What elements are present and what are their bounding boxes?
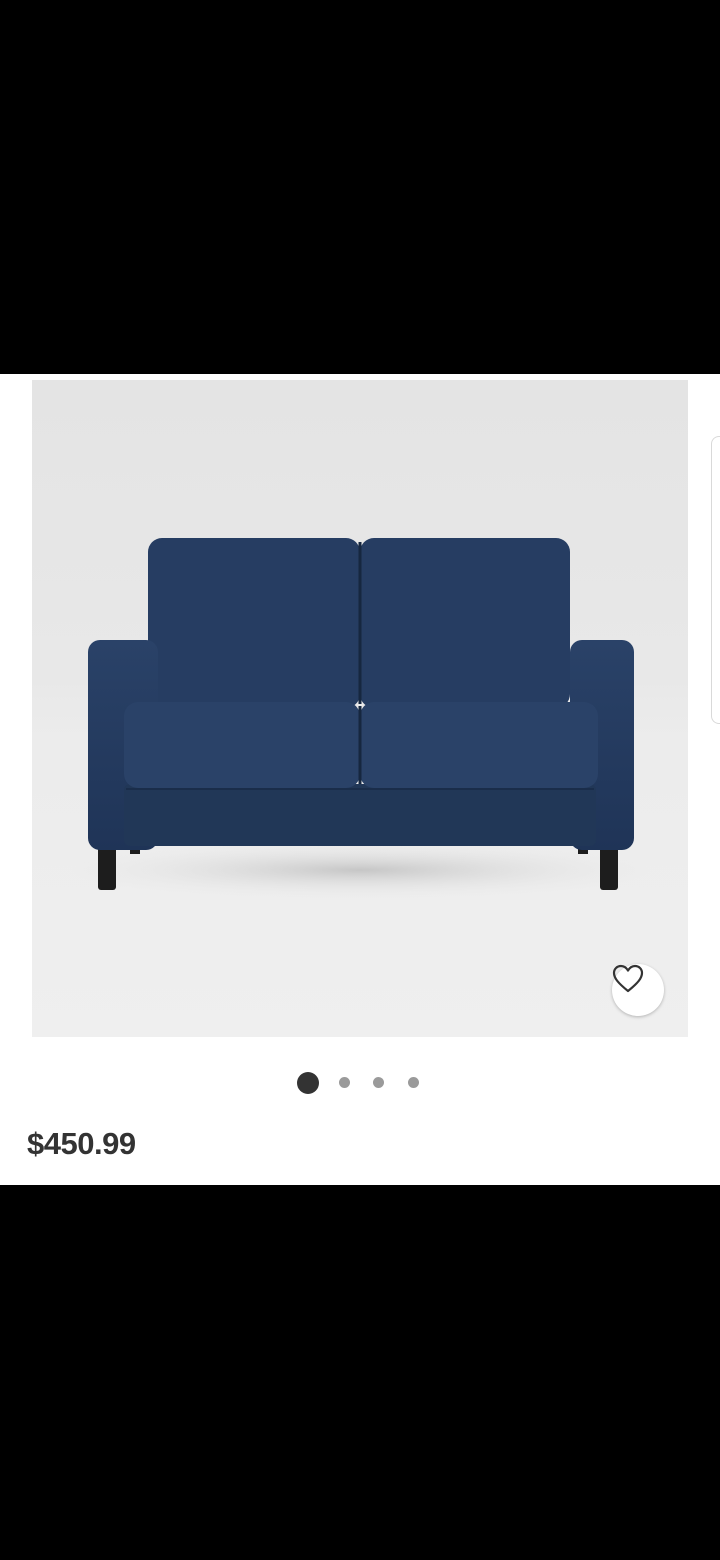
pager-dot-2[interactable] [339,1077,350,1088]
top-black-area [0,0,720,374]
pager-dot-1[interactable] [297,1072,319,1094]
image-pager [0,1072,720,1096]
sofa-illustration [60,538,660,898]
product-card: $450.99 [0,374,720,1185]
heart-outline-icon [612,964,644,993]
pager-dot-4[interactable] [408,1077,419,1088]
bottom-black-area [0,1185,720,1560]
favorite-button[interactable] [612,964,664,1016]
product-price: $450.99 [27,1126,136,1161]
side-drawer-handle[interactable] [711,436,720,724]
product-image[interactable] [32,380,688,1037]
pager-dot-3[interactable] [373,1077,384,1088]
